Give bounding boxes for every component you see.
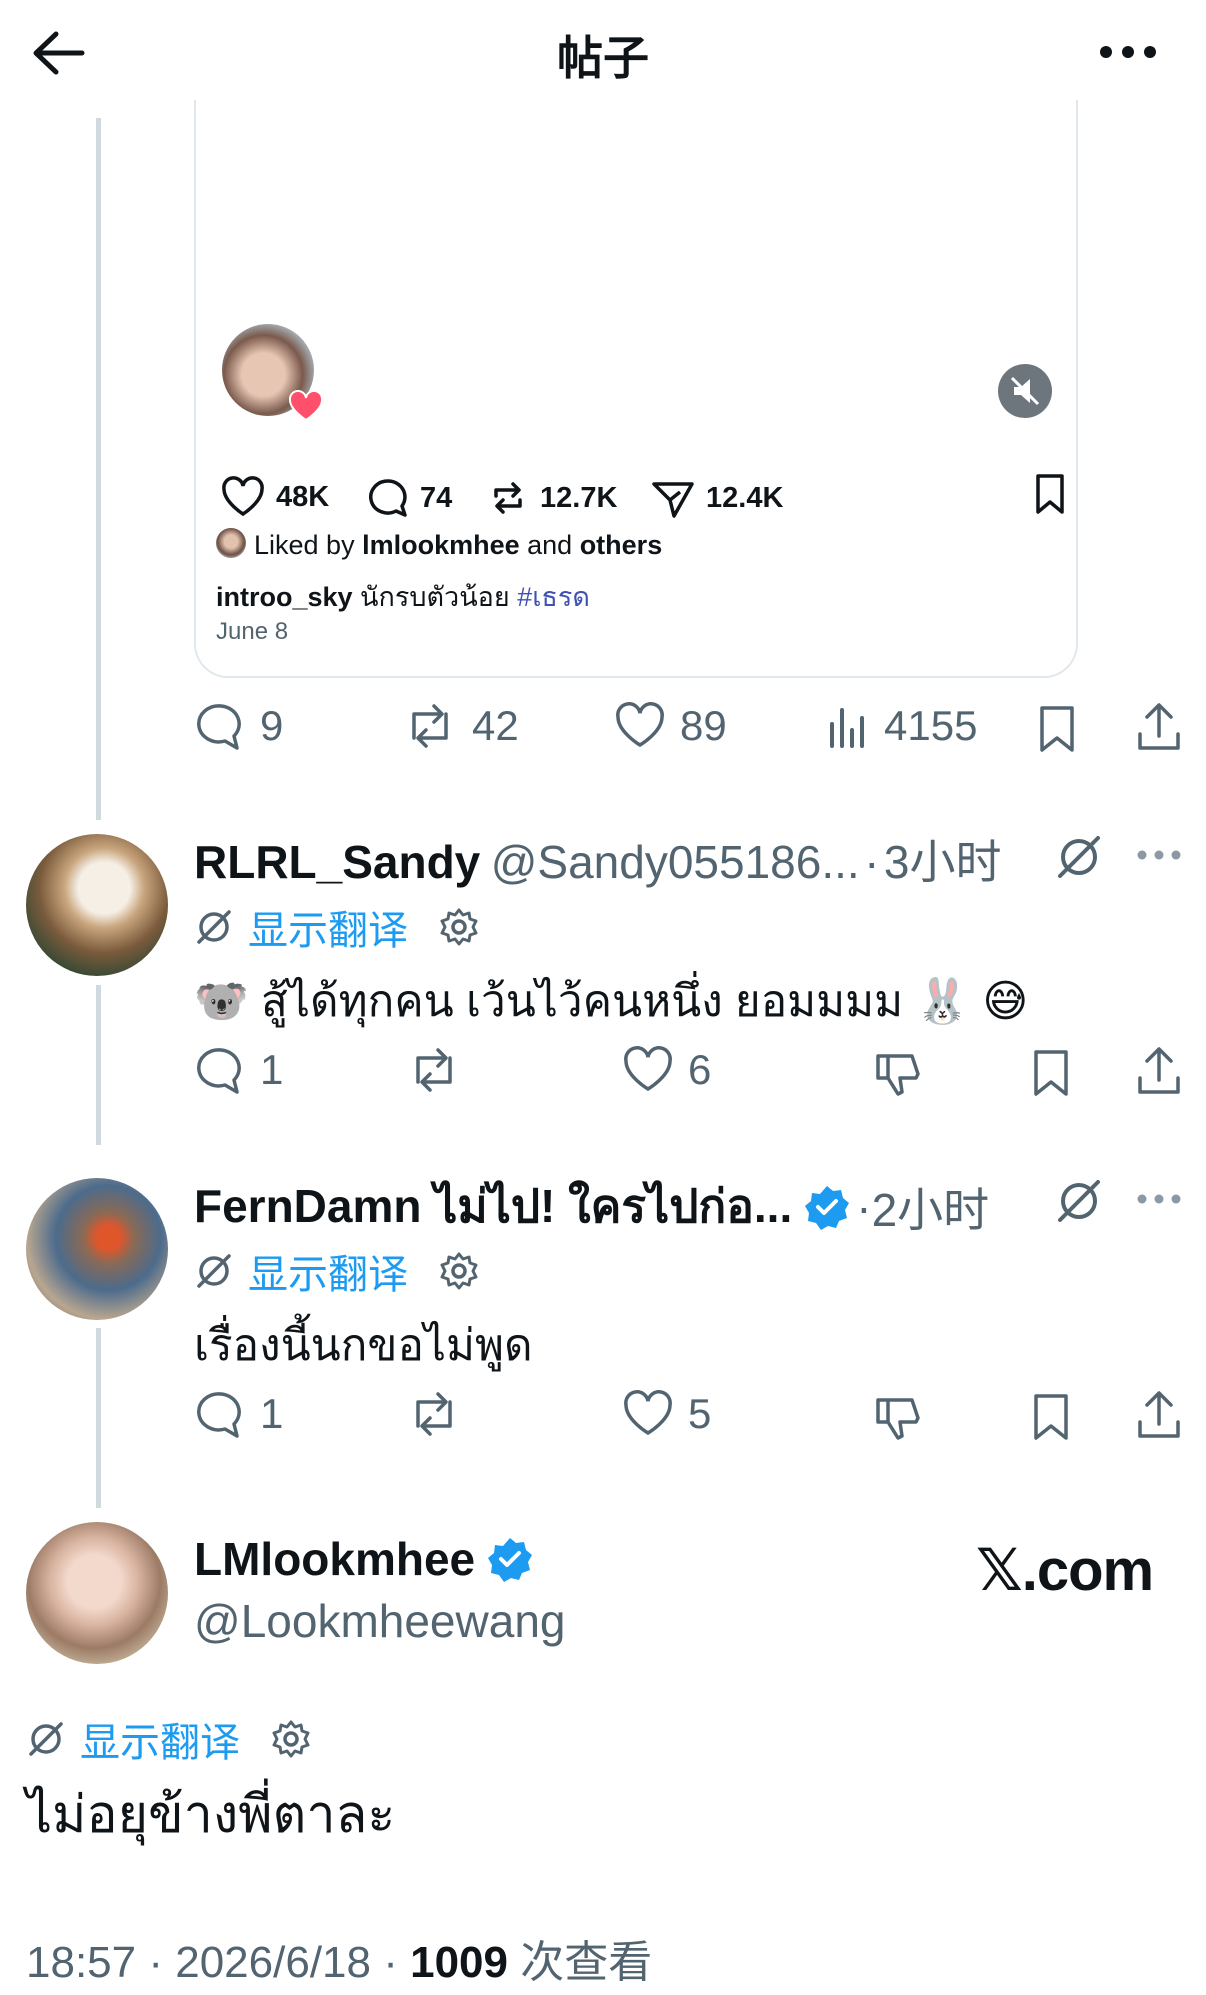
card-repost-stat[interactable]: 12.7K <box>486 476 617 520</box>
reply-icon <box>196 702 246 750</box>
caption-hashtag[interactable]: #เธรด <box>517 582 590 612</box>
show-translation[interactable]: 显示翻译 <box>26 1710 312 1768</box>
reply-action[interactable]: 1 <box>196 1046 283 1094</box>
grok-icon[interactable] <box>1054 1176 1104 1226</box>
display-name[interactable]: RLRL_Sandy <box>194 836 480 888</box>
share-icon[interactable] <box>1136 1388 1182 1442</box>
repost-action[interactable]: 42 <box>402 702 519 750</box>
repost-icon <box>406 1390 462 1438</box>
card-comment-stat[interactable]: 74 <box>366 476 452 520</box>
like-action[interactable]: 6 <box>622 1046 711 1094</box>
downvote-icon[interactable] <box>874 1048 924 1098</box>
translate-icon <box>26 1719 66 1759</box>
verified-badge-icon <box>487 1536 533 1582</box>
embedded-card[interactable]: 48K 74 12.7K 12.4K Liked by lmlookmhee a… <box>194 100 1078 678</box>
reply-header: RLRL_Sandy @Sandy055186... · 3小时 <box>194 836 1002 888</box>
heart-icon <box>614 702 666 750</box>
more-options-icon[interactable] <box>1098 40 1158 64</box>
card-caption: introo_sky นักรบตัวน้อย #เธรด <box>216 582 590 612</box>
bookmark-icon[interactable] <box>1030 1392 1072 1442</box>
avatar[interactable] <box>26 834 168 976</box>
user-handle[interactable]: @Sandy055186... <box>491 836 860 888</box>
avatar[interactable] <box>26 1178 168 1320</box>
views-action[interactable]: 4155 <box>828 702 977 750</box>
settings-gear-icon[interactable] <box>438 906 480 948</box>
repost-icon <box>486 476 530 520</box>
bookmark-icon[interactable] <box>1036 704 1078 754</box>
timestamp[interactable]: 2小时 <box>872 1174 990 1240</box>
post-meta: 18:57 · 2026/6/18 · 1009 次查看 <box>26 1938 653 1987</box>
author-name-row: LMlookmhee <box>194 1532 533 1586</box>
settings-gear-icon[interactable] <box>270 1718 312 1760</box>
page-title: 帖子 <box>557 32 649 84</box>
more-options-icon[interactable] <box>1136 1192 1182 1206</box>
downvote-icon[interactable] <box>874 1392 924 1442</box>
show-translation[interactable]: 显示翻译 <box>194 1242 480 1300</box>
repost-action[interactable] <box>406 1390 476 1438</box>
card-liked-avatar <box>216 528 246 558</box>
reply-header: FernDamn ไม่ไป! ใครไปก่อ... · 2小时 <box>194 1170 989 1243</box>
bookmark-icon[interactable] <box>1030 1048 1072 1098</box>
heart-icon <box>622 1046 674 1094</box>
repost-icon <box>406 1046 462 1094</box>
display-name[interactable]: LMlookmhee <box>194 1532 475 1586</box>
post-text: ไม่อยุข้างพี่ตาละ <box>26 1786 396 1844</box>
views-chart-icon <box>828 702 870 750</box>
show-translation[interactable]: 显示翻译 <box>194 898 480 956</box>
view-count: 1009 <box>410 1938 508 1987</box>
repost-icon <box>402 702 458 750</box>
card-share-stat[interactable]: 12.4K <box>650 476 783 520</box>
repost-action[interactable] <box>406 1046 476 1094</box>
heart-icon <box>622 1390 674 1438</box>
view-label: 次查看 <box>520 1938 653 1987</box>
settings-gear-icon[interactable] <box>438 1250 480 1292</box>
reply-text: เรื่องนี้นกขอไม่พูด <box>194 1321 533 1370</box>
thread-line <box>96 985 101 1145</box>
caption-user[interactable]: introo_sky <box>216 582 353 612</box>
comment-icon <box>366 476 410 520</box>
translate-icon <box>194 907 234 947</box>
post-date[interactable]: 2026/6/18 <box>175 1938 371 1987</box>
card-date: June 8 <box>216 618 289 645</box>
reply-icon <box>196 1390 246 1438</box>
reply-icon <box>196 1046 246 1094</box>
translate-icon <box>194 1251 234 1291</box>
reply-action[interactable]: 9 <box>196 702 283 750</box>
grok-icon[interactable] <box>1054 832 1104 882</box>
thread-line <box>96 118 101 820</box>
like-action[interactable]: 5 <box>622 1390 711 1438</box>
heart-icon <box>220 476 266 518</box>
liked-by-user[interactable]: lmlookmhee <box>362 530 520 560</box>
reply-text: 🐨 สู้ได้ทุกคน เว้นไว้คนหนึ่ง ยอมมมม 🐰 😅 <box>194 977 1029 1026</box>
thread-line <box>96 1328 101 1508</box>
post-time[interactable]: 18:57 <box>26 1938 136 1987</box>
share-icon[interactable] <box>1136 700 1182 754</box>
mute-icon[interactable] <box>998 364 1052 418</box>
more-options-icon[interactable] <box>1136 848 1182 862</box>
avatar[interactable] <box>26 1522 168 1664</box>
liked-by-line: Liked by lmlookmhee and others <box>254 530 663 560</box>
user-handle[interactable]: @Lookmheewang <box>194 1594 565 1648</box>
reply-action[interactable]: 1 <box>196 1390 283 1438</box>
heart-badge-icon <box>288 390 324 422</box>
card-bookmark-icon[interactable] <box>1032 472 1068 516</box>
display-name[interactable]: FernDamn ไม่ไป! ใครไปก่อ... <box>194 1170 792 1243</box>
send-icon <box>650 476 696 520</box>
like-action[interactable]: 89 <box>614 702 727 750</box>
watermark-logo: 𝕏.com <box>976 1538 1154 1603</box>
share-icon[interactable] <box>1136 1044 1182 1098</box>
card-like-stat[interactable]: 48K <box>220 476 329 518</box>
verified-badge-icon <box>804 1184 850 1230</box>
liked-by-others[interactable]: others <box>580 530 663 560</box>
timestamp[interactable]: 3小时 <box>884 836 1002 888</box>
